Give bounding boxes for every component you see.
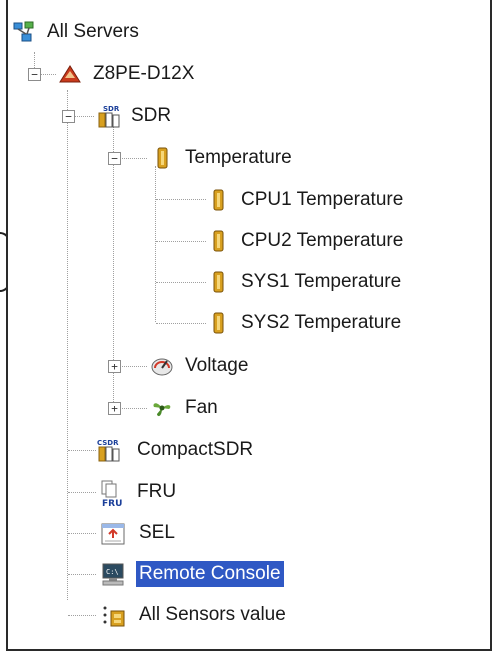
tree-node-label: Temperature [185,147,292,168]
voltage-gauge-icon [150,354,174,378]
tree-node-cpu2-temperature[interactable]: CPU2 Temperature [206,221,406,261]
compact-sdr-icon: CSDR [96,438,126,462]
tree-connector [119,158,147,159]
tree-connector [119,408,147,409]
tree-node-label: Voltage [185,355,249,376]
tree-node-sys2-temperature[interactable]: SYS2 Temperature [206,303,404,343]
sensor-list-icon [100,603,128,627]
tree-node-label: FRU [137,481,177,502]
tree-node-label: SDR [131,105,172,126]
tree-node-label: CPU1 Temperature [241,189,404,210]
server-icon [58,62,82,86]
tree-node-label: SYS2 Temperature [241,312,402,333]
tree-node-fru[interactable]: FRU FRU [96,472,179,512]
tree-node-cpu1-temperature[interactable]: CPU1 Temperature [206,180,406,220]
thermometer-icon [206,229,230,253]
tree-node-all-sensors-value[interactable]: All Sensors value [100,595,289,635]
tree-connector [155,166,156,322]
tree-node-sdr[interactable]: SDR SDR [96,96,174,136]
tree-node-compactsdr[interactable]: CSDR CompactSDR [96,430,256,470]
tree-node-label: All Sensors value [139,604,286,625]
tree-expander-temperature[interactable]: − [108,152,121,165]
thermometer-icon [206,311,230,335]
tree-node-all-servers[interactable]: All Servers [12,12,142,52]
tree-connector [74,116,94,117]
fan-icon [150,396,174,420]
thermometer-icon [206,188,230,212]
tree-connector [119,366,147,367]
tree-node-label: CompactSDR [137,439,254,460]
tree-connector [156,323,206,324]
tree-node-label: SYS1 Temperature [241,271,402,292]
tree-connector [68,492,96,493]
tree-node-label: SEL [139,522,175,543]
server-tree-panel: − − − + + All Servers Z8PE-D12X SDR SDR … [6,0,492,651]
tree-expander-server[interactable]: − [28,68,41,81]
tree-node-fan[interactable]: Fan [150,388,221,428]
tree-expander-sdr[interactable]: − [62,110,75,123]
tree-expander-fan[interactable]: + [108,402,121,415]
tree-connector [68,533,96,534]
tree-connector [68,615,96,616]
tree-connector [156,241,206,242]
tree-node-server[interactable]: Z8PE-D12X [58,54,197,94]
tree-connector [156,199,206,200]
tree-node-sel[interactable]: SEL [100,513,178,553]
event-log-icon [100,521,128,545]
tree-node-label: Remote Console [136,561,284,587]
tree-connector [68,574,96,575]
tree-node-temperature[interactable]: Temperature [150,138,295,178]
svg-text:CSDR: CSDR [97,439,119,447]
tree-connector [67,90,68,600]
network-servers-icon [12,20,36,44]
tree-node-voltage[interactable]: Voltage [150,346,251,386]
tree-node-remote-console[interactable]: C:\ Remote Console [100,554,284,594]
console-monitor-icon: C:\ [100,562,128,586]
tree-connector [156,282,206,283]
tree-node-sys1-temperature[interactable]: SYS1 Temperature [206,262,404,302]
tree-node-label: All Servers [47,21,139,42]
thermometer-icon [206,270,230,294]
tree-connector [68,450,96,451]
svg-text:FRU: FRU [102,499,122,508]
tree-node-label: Z8PE-D12X [93,63,195,84]
fru-icon: FRU [96,480,126,509]
sdr-repository-icon: SDR [96,104,120,128]
tree-node-label: CPU2 Temperature [241,230,404,251]
thermometer-icon [150,146,174,170]
svg-text:C:\: C:\ [106,568,119,576]
tree-node-label: Fan [185,397,218,418]
tree-connector [40,74,56,75]
svg-text:SDR: SDR [103,105,120,113]
tree-expander-voltage[interactable]: + [108,360,121,373]
